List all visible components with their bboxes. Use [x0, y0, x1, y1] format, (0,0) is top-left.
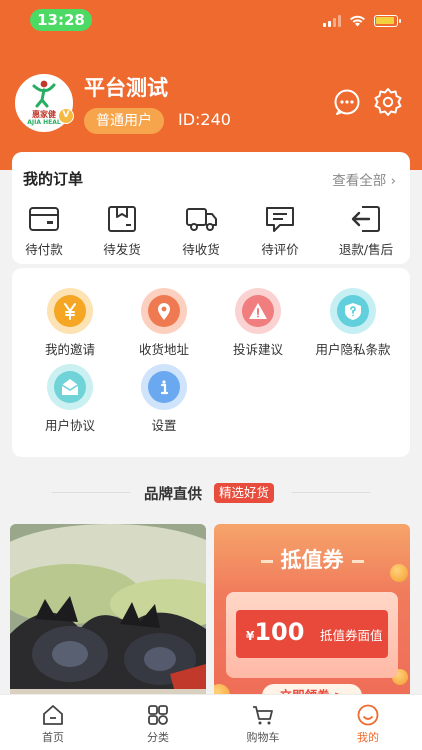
- home-icon: [43, 705, 63, 725]
- user-type-badge: 普通用户: [84, 108, 164, 134]
- order-label: 待收货: [182, 242, 220, 257]
- chevron-right-icon: ›: [390, 173, 396, 189]
- tab-label: 我的: [357, 731, 379, 744]
- wallet-icon: [29, 207, 59, 231]
- service-label: 用户协议: [44, 418, 95, 433]
- package-icon: [108, 206, 136, 232]
- service-icon-bg: [141, 288, 187, 334]
- order-label: 待发货: [103, 242, 141, 257]
- service-settings[interactable]: 设置: [114, 364, 214, 434]
- signal-icon: [323, 15, 341, 27]
- coupon-subtitle: 抵值券面值: [320, 628, 383, 643]
- profile-header: 13:28 惠家健 AJIA HEAL V 平台测试 普通用户 ID:240: [0, 0, 422, 170]
- service-label: 用户隐私条款: [315, 342, 391, 357]
- order-label: 待评价: [261, 242, 299, 257]
- order-pending-receipt[interactable]: 待收货: [169, 202, 233, 258]
- battery-icon: [374, 15, 401, 27]
- tab-bar: 首页 分类 购物车 我的: [0, 694, 422, 750]
- cart-icon: [253, 706, 273, 725]
- coupon-amount-value: 100: [254, 618, 305, 646]
- tab-label: 购物车: [246, 731, 280, 744]
- service-my-invites[interactable]: 我的邀请: [20, 288, 120, 358]
- status-time: 13:28: [30, 9, 92, 31]
- vip-badge: V: [58, 108, 74, 124]
- order-pending-payment[interactable]: 待付款: [12, 202, 76, 258]
- view-all-label: 查看全部: [332, 173, 387, 189]
- brand-section-header: 品牌直供 精选好货: [0, 480, 422, 504]
- grid-icon: [148, 705, 168, 725]
- service-user-agreement[interactable]: 用户协议: [20, 364, 120, 434]
- services-card: 我的邀请 收货地址 投诉建议 用户隐私条款 用户协议 设置: [12, 268, 410, 457]
- coupon-inner: ¥100 抵值券面值: [236, 610, 388, 658]
- coupon-card[interactable]: 抵值券 ¥100 抵值券面值 立即领券 >: [214, 524, 410, 704]
- brand-title: 品牌直供: [144, 487, 202, 503]
- service-icon-bg: [47, 364, 93, 410]
- wifi-icon: [350, 15, 365, 27]
- question-icon: [345, 303, 361, 320]
- comment-icon: [266, 207, 294, 232]
- screen: 13:28 惠家健 AJIA HEAL V 平台测试 普通用户 ID:240 我…: [0, 0, 422, 750]
- service-label: 设置: [151, 418, 177, 433]
- divider: [52, 492, 130, 493]
- return-icon: [351, 206, 380, 232]
- gear-icon[interactable]: [373, 87, 403, 117]
- service-complaints[interactable]: 投诉建议: [208, 288, 308, 358]
- tab-category[interactable]: 分类: [113, 695, 203, 750]
- service-privacy-policy[interactable]: 用户隐私条款: [303, 288, 403, 358]
- coupon-amount: ¥100: [246, 618, 304, 646]
- divider: [292, 492, 370, 493]
- user-id: ID:240: [178, 110, 231, 129]
- service-label: 我的邀请: [44, 342, 95, 357]
- message-icon[interactable]: [333, 88, 361, 116]
- info-icon: [160, 380, 169, 395]
- service-label: 收货地址: [138, 342, 189, 357]
- yen-icon: [64, 303, 76, 320]
- coupon-title: 抵值券: [214, 544, 410, 574]
- warning-icon: [249, 303, 267, 319]
- service-icon-bg: [47, 288, 93, 334]
- username: 平台测试: [84, 76, 168, 100]
- product-photo: [10, 524, 206, 704]
- truck-icon: [186, 208, 217, 231]
- coupon-ticket: ¥100 抵值券面值: [226, 592, 398, 678]
- order-pending-shipment[interactable]: 待发货: [90, 202, 154, 258]
- location-pin-icon: [158, 303, 170, 320]
- tab-cart[interactable]: 购物车: [218, 695, 308, 750]
- product-card-image[interactable]: [10, 524, 206, 704]
- status-bar: 13:28: [0, 0, 422, 40]
- brand-tag: 精选好货: [214, 483, 275, 503]
- orders-card: 我的订单 查看全部 › 待付款 待发货 待收货 待评价 退款/售后: [12, 152, 410, 264]
- mail-open-icon: [61, 379, 79, 395]
- order-label: 待付款: [25, 242, 63, 257]
- coupon-title-text: 抵值券: [280, 548, 344, 572]
- tab-label: 首页: [42, 731, 64, 744]
- service-icon-bg: [235, 288, 281, 334]
- profile-icon: [357, 704, 379, 726]
- status-icons: [323, 13, 401, 29]
- logo-figure-icon: [32, 80, 56, 108]
- service-shipping-address[interactable]: 收货地址: [114, 288, 214, 358]
- order-label: 退款/售后: [338, 242, 394, 257]
- service-icon-bg: [141, 364, 187, 410]
- service-icon-bg: [330, 288, 376, 334]
- tab-label: 分类: [147, 731, 169, 744]
- service-label: 投诉建议: [232, 342, 283, 357]
- order-refund-aftersale[interactable]: 退款/售后: [334, 202, 398, 258]
- order-pending-review[interactable]: 待评价: [248, 202, 312, 258]
- tab-home[interactable]: 首页: [8, 695, 98, 750]
- orders-title: 我的订单: [23, 170, 84, 188]
- tab-mine[interactable]: 我的: [323, 695, 413, 750]
- view-all-orders-link[interactable]: 查看全部 ›: [332, 169, 396, 189]
